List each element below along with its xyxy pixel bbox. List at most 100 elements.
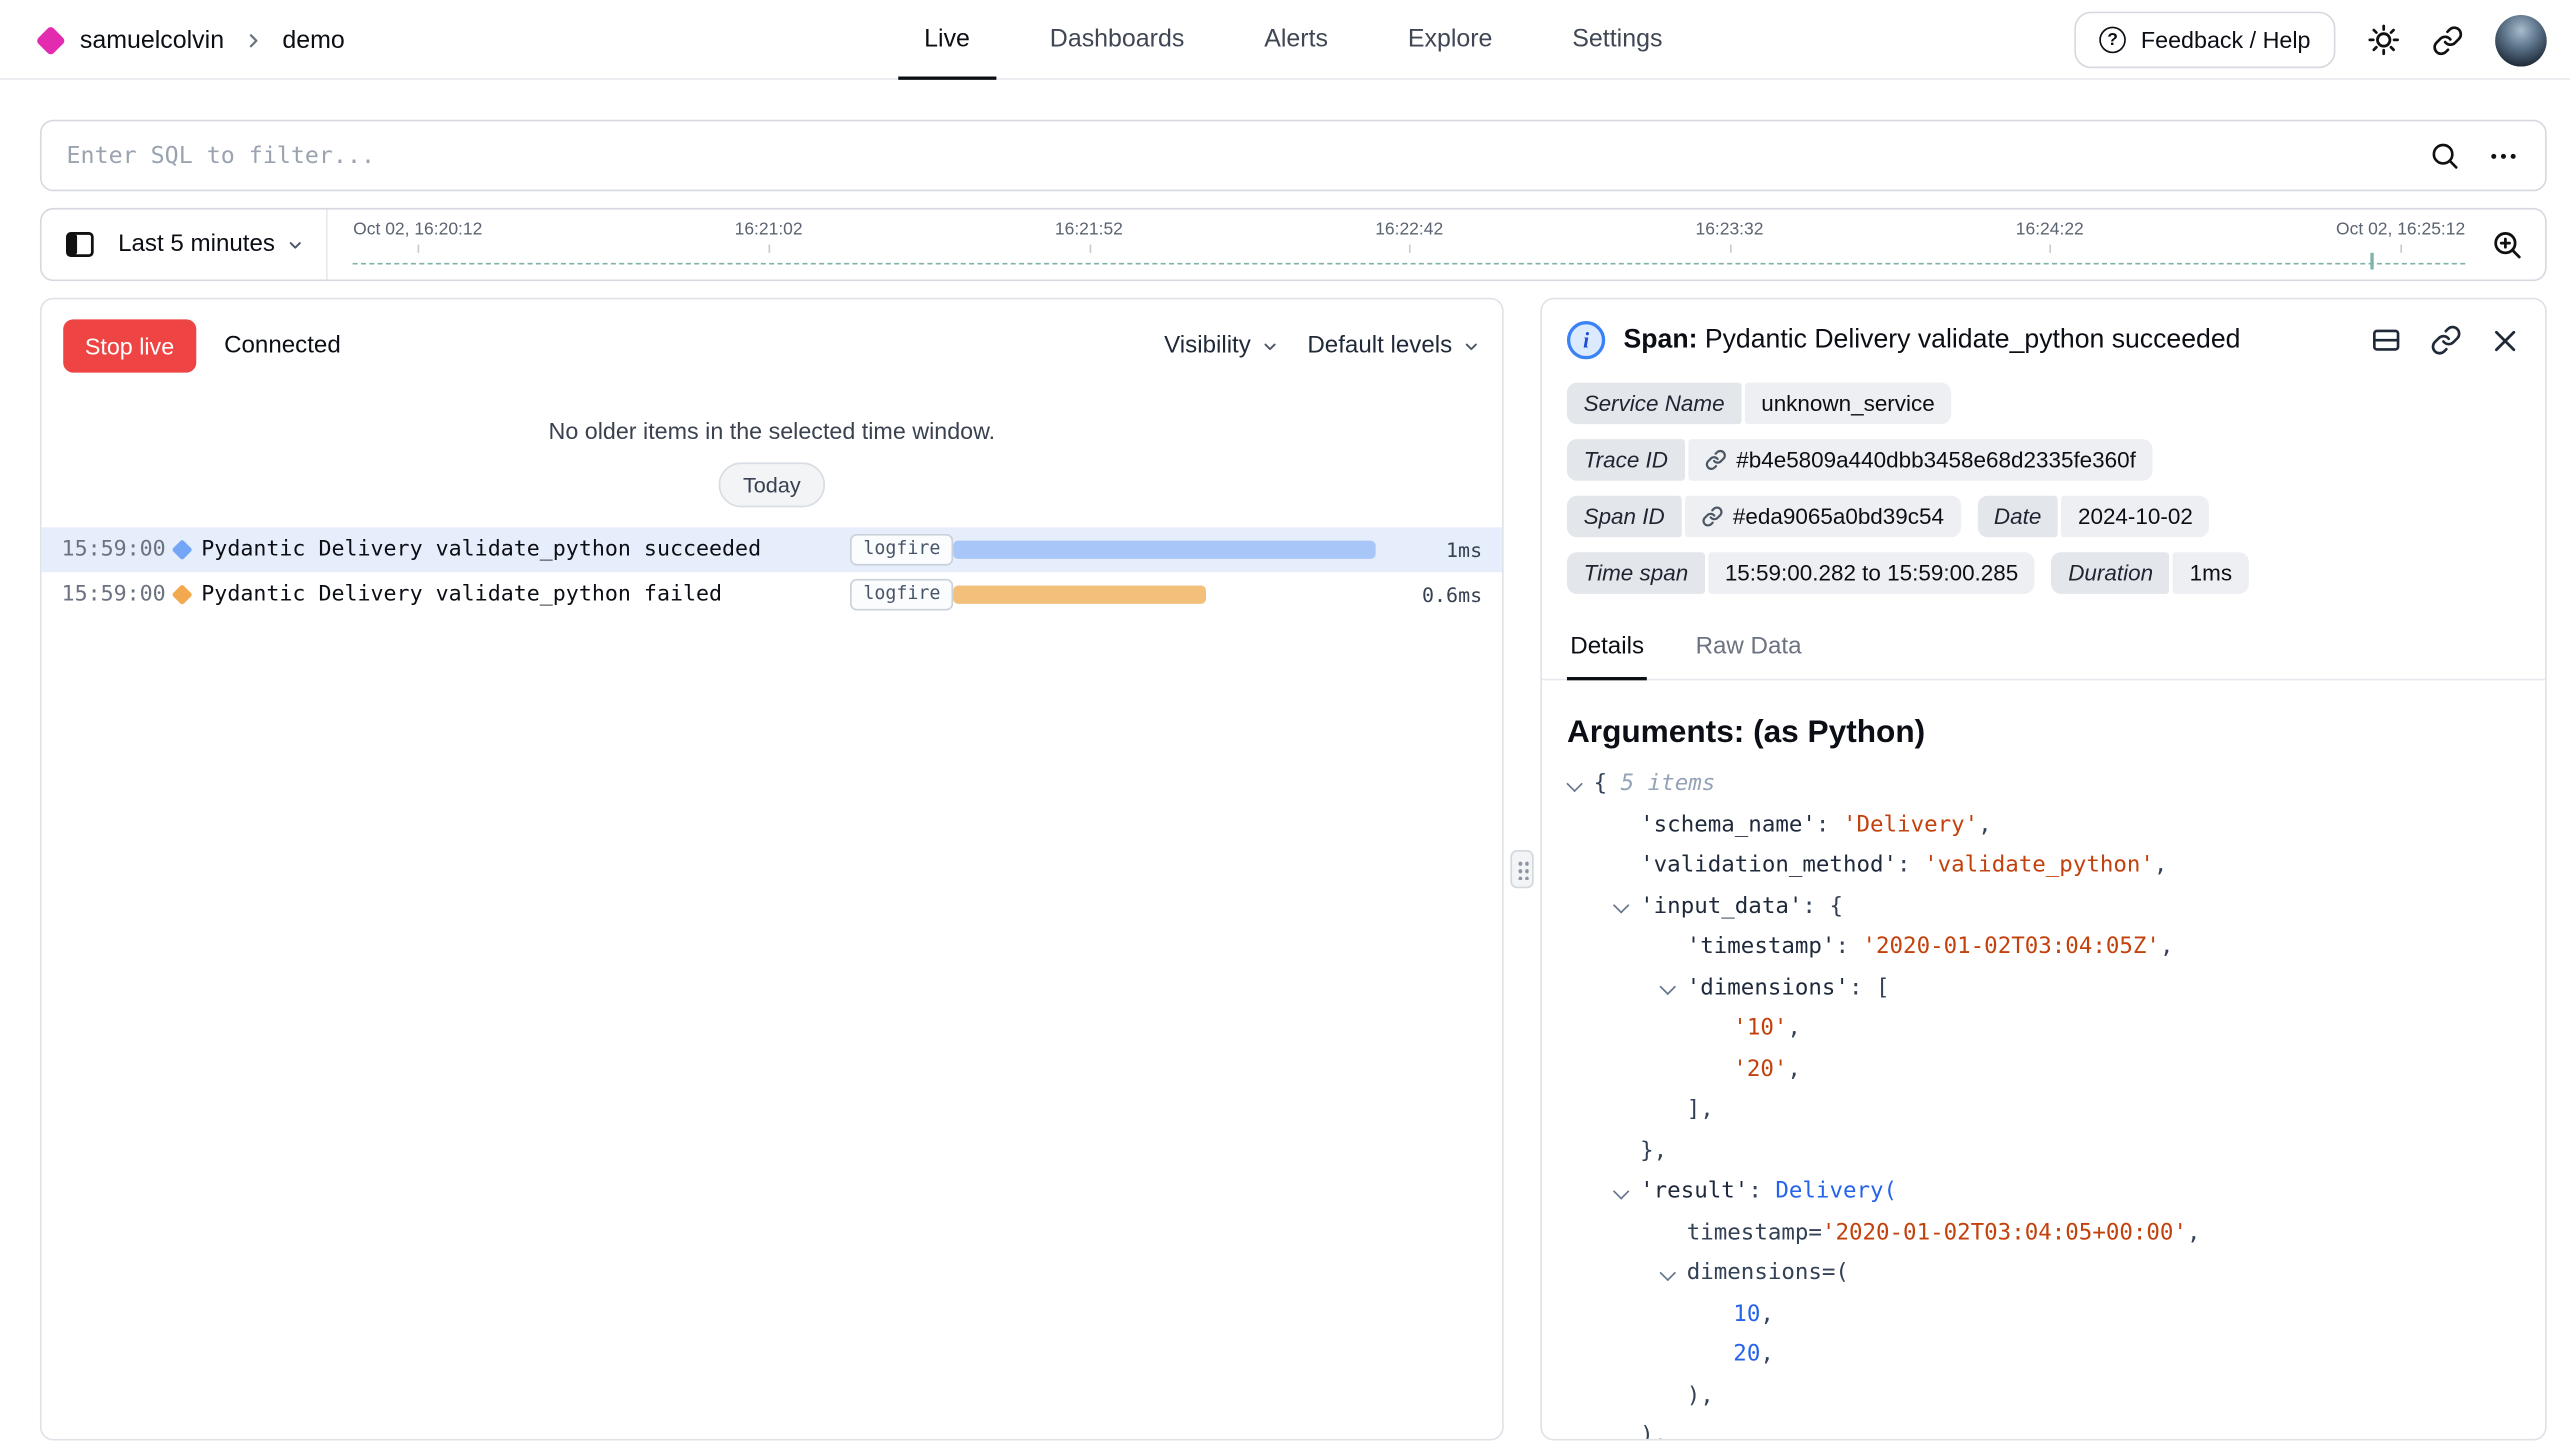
code-line: '20', bbox=[1567, 1049, 2520, 1090]
tab-details[interactable]: Details bbox=[1567, 619, 1647, 681]
live-panel-header: Stop live Connected Visibility Default l… bbox=[42, 299, 1502, 392]
code-token: 'validation_method' bbox=[1640, 852, 1897, 879]
log-row[interactable]: 15:59:00 Pydantic Delivery validate_pytho… bbox=[42, 572, 1502, 617]
main-nav: Live Dashboards Alerts Explore Settings bbox=[898, 0, 1690, 80]
time-range-label: Last 5 minutes bbox=[118, 231, 275, 258]
log-duration: 0.6ms bbox=[1389, 583, 1482, 606]
code-token: 'result' bbox=[1640, 1178, 1748, 1205]
attr-label: Date bbox=[1977, 496, 2058, 538]
code-token: '20' bbox=[1733, 1055, 1787, 1082]
nav-live[interactable]: Live bbox=[898, 0, 997, 80]
chevron-right-icon bbox=[242, 29, 264, 51]
timeline-tick-label: Oct 02, 16:20:12 bbox=[353, 220, 482, 240]
nav-dashboards[interactable]: Dashboards bbox=[1023, 0, 1211, 80]
attr-label: Time span bbox=[1567, 552, 1705, 594]
sql-filter-input[interactable] bbox=[67, 142, 2402, 169]
duration-bar bbox=[953, 586, 1206, 604]
span-actions bbox=[2370, 324, 2520, 356]
attr-duration: Duration1ms bbox=[2052, 552, 2249, 594]
feedback-help-button[interactable]: ? Feedback / Help bbox=[2074, 12, 2335, 69]
log-message: Pydantic Delivery validate_python failed bbox=[201, 582, 850, 607]
span-attributes: Service Nameunknown_serviceTrace ID#b4e5… bbox=[1542, 378, 2545, 594]
attr-time-span: Time span15:59:00.282 to 15:59:00.285 bbox=[1567, 552, 2035, 594]
user-avatar[interactable] bbox=[2495, 14, 2547, 66]
code-token: , bbox=[2187, 1218, 2201, 1245]
code-token: { bbox=[1829, 892, 1843, 919]
sidebar-toggle-icon[interactable] bbox=[63, 228, 96, 261]
panel-resizer[interactable] bbox=[1504, 298, 1541, 1441]
empty-window-message: No older items in the selected time wind… bbox=[42, 418, 1502, 445]
log-timestamp: 15:59:00 bbox=[62, 537, 172, 562]
code-token: 20 bbox=[1733, 1341, 1760, 1368]
code-line: 'schema_name': 'Delivery', bbox=[1567, 804, 2520, 845]
stop-live-button[interactable]: Stop live bbox=[63, 319, 196, 372]
code-line: 'result': Delivery( bbox=[1567, 1171, 2520, 1212]
tab-raw-data[interactable]: Raw Data bbox=[1692, 619, 1805, 681]
copy-span-link-icon[interactable] bbox=[2430, 324, 2462, 356]
more-options-icon[interactable] bbox=[2487, 139, 2520, 172]
visibility-dropdown[interactable]: Visibility bbox=[1164, 333, 1279, 360]
log-message: Pydantic Delivery validate_python succee… bbox=[201, 537, 850, 562]
code-token: '10' bbox=[1733, 1015, 1787, 1042]
code-token: ), bbox=[1687, 1381, 1714, 1408]
breadcrumb-project[interactable]: demo bbox=[282, 26, 344, 54]
attr-value: unknown_service bbox=[1745, 383, 1952, 425]
timeline-tick-label: 16:21:52 bbox=[1055, 220, 1123, 240]
attr-row: Span ID#eda9065a0bd39c54Date2024-10-02 bbox=[1567, 496, 2520, 538]
link-icon[interactable] bbox=[1701, 506, 1723, 528]
search-icon[interactable] bbox=[2429, 140, 2461, 172]
attr-label: Trace ID bbox=[1567, 439, 1685, 481]
log-duration: 1ms bbox=[1389, 538, 1482, 561]
view-table-icon[interactable] bbox=[2370, 324, 2402, 356]
code-token: , bbox=[1787, 1015, 1801, 1042]
code-token: [ bbox=[1876, 974, 1890, 1001]
close-panel-icon[interactable] bbox=[2490, 324, 2520, 356]
log-row[interactable]: 15:59:00 Pydantic Delivery validate_pytho… bbox=[42, 527, 1502, 572]
copy-link-icon[interactable] bbox=[2432, 24, 2464, 56]
detail-tabs: Details Raw Data bbox=[1542, 619, 2545, 681]
theme-toggle-icon[interactable] bbox=[2367, 23, 2400, 56]
timeline-tick-label: 16:21:02 bbox=[735, 220, 803, 240]
breadcrumb-org[interactable]: samuelcolvin bbox=[80, 26, 224, 54]
span-detail-panel: i Span: Pydantic Delivery validate_pytho… bbox=[1540, 298, 2546, 1441]
nav-explore[interactable]: Explore bbox=[1381, 0, 1519, 80]
collapse-caret-icon[interactable] bbox=[1613, 898, 1628, 913]
time-range-select[interactable]: Last 5 minutes bbox=[118, 231, 305, 258]
link-icon[interactable] bbox=[1705, 449, 1727, 471]
code-token: 'dimensions' bbox=[1687, 974, 1849, 1001]
code-token: timestamp= bbox=[1687, 1218, 1822, 1245]
attr-value: 1ms bbox=[2173, 552, 2249, 594]
attr-label: Service Name bbox=[1567, 383, 1741, 425]
live-logs-panel: Stop live Connected Visibility Default l… bbox=[40, 298, 1504, 1441]
default-levels-dropdown[interactable]: Default levels bbox=[1307, 333, 1480, 360]
code-token: : bbox=[1802, 892, 1829, 919]
log-list: 15:59:00 Pydantic Delivery validate_pytho… bbox=[42, 527, 1502, 617]
attr-date: Date2024-10-02 bbox=[1977, 496, 2209, 538]
log-tag[interactable]: logfire bbox=[850, 579, 954, 609]
feedback-help-label: Feedback / Help bbox=[2141, 27, 2311, 54]
collapse-caret-icon[interactable] bbox=[1660, 979, 1675, 994]
timeline-now-marker bbox=[2370, 253, 2373, 270]
duration-bar-track bbox=[953, 541, 1376, 559]
log-timestamp: 15:59:00 bbox=[62, 582, 172, 607]
level-diamond-icon bbox=[172, 584, 193, 605]
timeline[interactable]: Oct 02, 16:20:1216:21:0216:21:5216:22:42… bbox=[350, 210, 2469, 280]
log-tag[interactable]: logfire bbox=[850, 535, 954, 565]
code-token: }, bbox=[1640, 1137, 1667, 1164]
logfire-logo-icon[interactable] bbox=[35, 25, 66, 56]
nav-alerts[interactable]: Alerts bbox=[1238, 0, 1355, 80]
code-line: 'validation_method': 'validate_python', bbox=[1567, 845, 2520, 886]
collapse-caret-icon[interactable] bbox=[1566, 775, 1581, 790]
code-token: 5 items bbox=[1621, 770, 1716, 797]
zoom-in-icon[interactable] bbox=[2490, 228, 2523, 261]
nav-settings[interactable]: Settings bbox=[1546, 0, 1689, 80]
resize-grip[interactable] bbox=[1510, 850, 1533, 888]
day-separator: Today bbox=[718, 462, 826, 507]
code-token: 'schema_name' bbox=[1640, 811, 1816, 838]
collapse-caret-icon[interactable] bbox=[1660, 1264, 1675, 1279]
code-line: 20, bbox=[1567, 1334, 2520, 1375]
code-line: '10', bbox=[1567, 1008, 2520, 1049]
code-token: , bbox=[1760, 1341, 1774, 1368]
collapse-caret-icon[interactable] bbox=[1613, 1183, 1628, 1198]
attr-label: Span ID bbox=[1567, 496, 1681, 538]
